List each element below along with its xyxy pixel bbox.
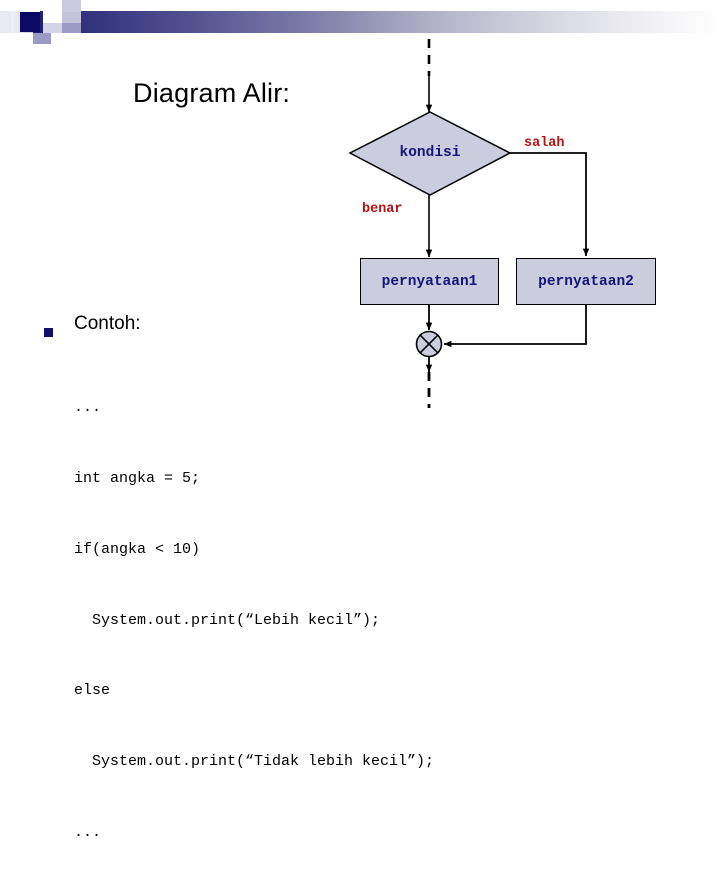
bullet-item-label: Contoh: [74,313,141,334]
code-line: int angka = 5; [74,469,201,487]
false-branch-line [510,152,590,257]
code-line: ... [74,399,102,417]
process-box-true: pernyataan1 [360,258,499,305]
process-box-false: pernyataan2 [516,258,656,305]
box2-to-merge-line [443,303,587,348]
slide-canvas: Diagram Alir: kondisi pernyataan1 pernya… [0,0,720,841]
code-line: System.out.print(“Lebih kecil”); [74,611,381,629]
code-line: System.out.print(“Tidak lebih kecil”); [74,753,435,771]
code-block: ... int angka = 5; if(angka < 10) System… [74,349,634,892]
edge-label-salah: salah [524,136,565,151]
code-line: ... [74,823,102,841]
bullet-square-icon [44,328,53,337]
edge-label-benar: benar [362,202,403,217]
code-line: else [74,682,111,700]
decision-label: kondisi [399,145,461,161]
code-line: if(angka < 10) [74,540,201,558]
